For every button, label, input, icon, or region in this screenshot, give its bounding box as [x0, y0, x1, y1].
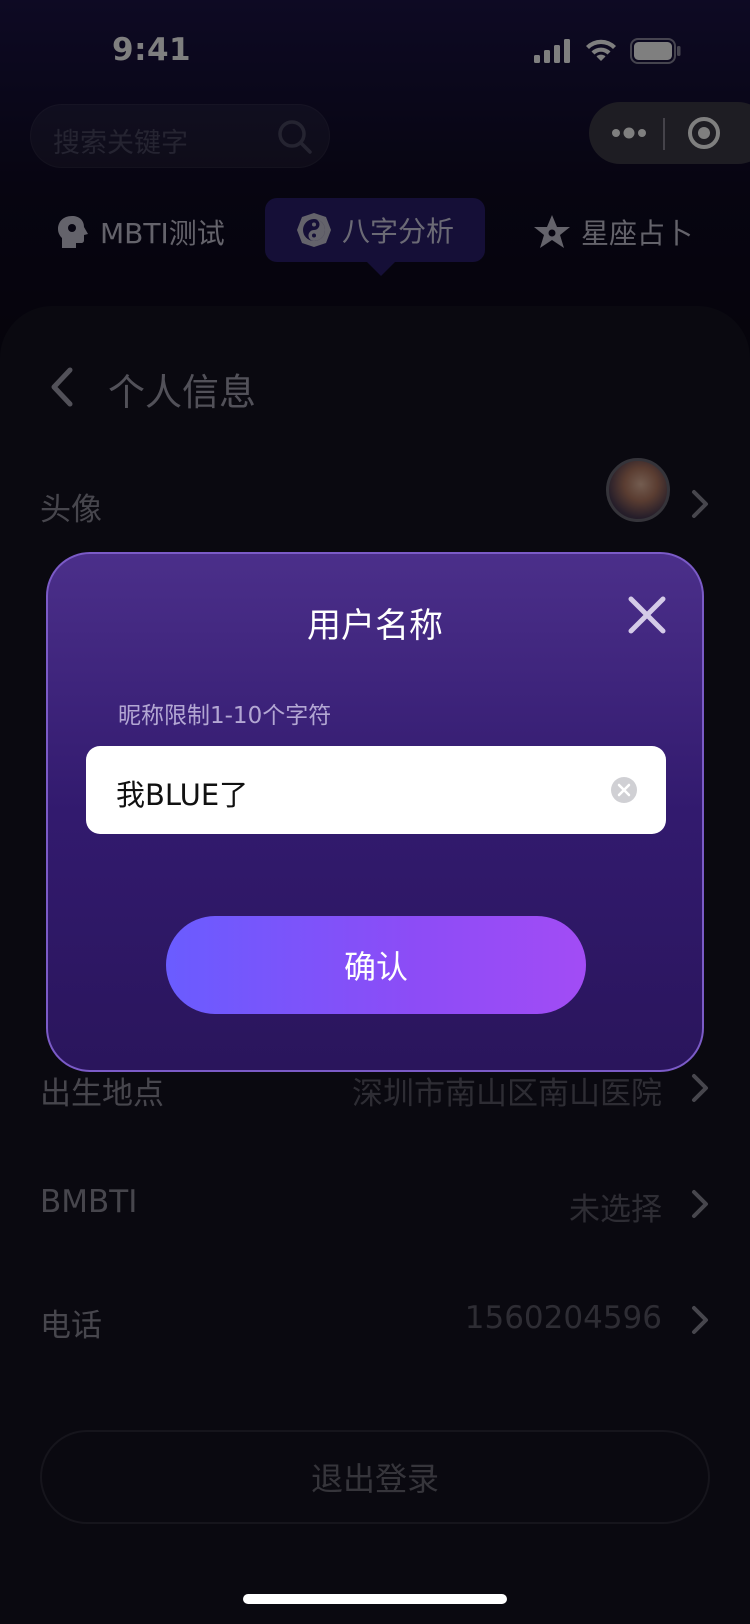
clear-input-icon[interactable] — [610, 776, 638, 804]
username-modal: 用户名称 昵称限制1-10个字符 我BLUE了 确认 — [46, 552, 704, 1072]
nickname-input[interactable]: 我BLUE了 — [86, 746, 666, 834]
home-indicator — [243, 1594, 507, 1604]
close-icon[interactable] — [626, 594, 668, 636]
modal-title: 用户名称 — [307, 606, 443, 646]
nickname-hint: 昵称限制1-10个字符 — [118, 703, 332, 729]
confirm-button[interactable]: 确认 — [166, 916, 586, 1014]
nickname-input-value: 我BLUE了 — [116, 778, 249, 812]
